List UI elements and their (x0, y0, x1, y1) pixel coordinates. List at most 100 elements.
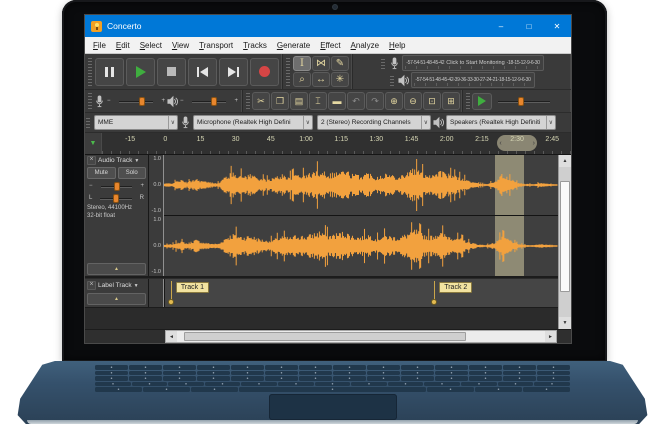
toolbar-grip[interactable] (246, 93, 250, 109)
scroll-left-arrow[interactable]: ◄ (166, 331, 177, 342)
menu-select[interactable]: Select (135, 41, 167, 50)
label-track-content[interactable]: Track 1 Track 2 (164, 279, 558, 307)
solo-button[interactable]: Solo (118, 167, 147, 179)
title-bar[interactable]: Concerto – □ ✕ (85, 15, 571, 37)
vertical-scrollbar[interactable]: ▲ ▼ (558, 155, 571, 329)
label-knob[interactable] (168, 299, 174, 305)
envelope-tool-button[interactable]: ⋈ (312, 56, 330, 71)
laptop-key (534, 382, 570, 387)
paste-button[interactable]: ▤ (290, 92, 308, 110)
menu-help[interactable]: Help (384, 41, 410, 50)
gain-slider[interactable] (95, 180, 139, 191)
zoom-project-button[interactable]: ⊞ (442, 92, 460, 110)
track-collapse-button[interactable]: ▲ (87, 263, 146, 275)
track-collapse-button[interactable]: ▲ (87, 293, 146, 305)
label-text[interactable]: Track 1 (176, 282, 209, 293)
scroll-down-arrow[interactable]: ▼ (559, 317, 571, 329)
cut-button[interactable]: ✂ (252, 92, 270, 110)
play-button[interactable] (126, 58, 155, 86)
track-close-button[interactable]: × (87, 281, 96, 290)
stop-button[interactable] (157, 58, 186, 86)
toolbar-grip[interactable] (390, 74, 394, 86)
timeshift-tool-button[interactable]: ↔ (312, 72, 330, 87)
menu-generate[interactable]: Generate (272, 41, 315, 50)
toolbar-grip[interactable] (286, 57, 290, 86)
vertical-scrollbar-thumb[interactable] (560, 181, 570, 292)
menu-view[interactable]: View (167, 41, 194, 50)
menu-tracks[interactable]: Tracks (238, 41, 272, 50)
recording-channels-select[interactable]: 2 (Stereo) Recording Channels ∨ (317, 115, 431, 130)
playback-meter[interactable]: -57-54-51-48-45-42-39-36-33-30-27-24-21-… (411, 72, 534, 88)
menu-edit[interactable]: Edit (111, 41, 135, 50)
playback-volume-slider[interactable] (186, 95, 233, 107)
laptop-key (367, 371, 400, 376)
close-button[interactable]: ✕ (543, 15, 571, 37)
undo-button[interactable]: ↶ (347, 92, 365, 110)
laptop-key (231, 376, 264, 381)
selection-left-handle[interactable]: ‹ (499, 140, 501, 147)
zoom-in-button[interactable]: ⊕ (385, 92, 403, 110)
play-at-speed-button[interactable] (472, 93, 492, 110)
recording-channels-value: 2 (Stereo) Recording Channels (318, 119, 421, 126)
slider-min-label: − (105, 98, 113, 104)
laptop-key (498, 382, 534, 387)
selection-tool-button[interactable]: I (293, 56, 311, 71)
timeline-options-button[interactable]: ▼ (85, 133, 102, 154)
playback-device-select[interactable]: Speakers (Realtek High Definiti ∨ (446, 115, 556, 130)
menu-analyze[interactable]: Analyze (346, 41, 384, 50)
selection-right-handle[interactable]: › (533, 140, 535, 147)
menu-effect[interactable]: Effect (315, 41, 345, 50)
zoom-tool-button[interactable]: ⌕ (293, 72, 311, 87)
menu-file[interactable]: File (88, 41, 111, 50)
laptop-key (95, 376, 128, 381)
zoom-selection-button[interactable]: ⊡ (423, 92, 441, 110)
recording-volume-slider[interactable] (113, 95, 160, 107)
track-name[interactable]: Label Track (98, 282, 132, 289)
scroll-up-arrow[interactable]: ▲ (559, 155, 571, 167)
multi-tool-button[interactable]: ✳ (331, 72, 349, 87)
track-close-button[interactable]: × (87, 156, 96, 165)
horizontal-scrollbar-thumb[interactable] (184, 332, 466, 341)
redo-button[interactable]: ↷ (366, 92, 384, 110)
recording-meter[interactable]: -57-54-51-48-45-42 Click to Start Monito… (402, 55, 543, 71)
toolbar-grip[interactable] (86, 117, 90, 128)
label-knob[interactable] (431, 299, 437, 305)
chevron-down-icon: ∨ (421, 116, 430, 129)
silence-audio-button[interactable]: ▬ (328, 92, 346, 110)
toolbar-grip[interactable] (381, 57, 385, 69)
trim-audio-button[interactable]: ⌶ (309, 92, 327, 110)
skip-start-button[interactable] (188, 58, 217, 86)
label-text[interactable]: Track 2 (439, 282, 472, 293)
mute-button[interactable]: Mute (87, 167, 116, 179)
pause-button[interactable] (95, 58, 124, 86)
copy-button[interactable]: ❐ (271, 92, 289, 110)
audio-track: × Audio Track ▼ Mute Solo − + (85, 155, 558, 278)
audio-host-select[interactable]: MME ∨ (94, 115, 178, 130)
minimize-button[interactable]: – (487, 15, 515, 37)
draw-tool-button[interactable]: ✎ (331, 56, 349, 71)
meter-tick-label: 0 (528, 77, 530, 83)
toolbar-grip[interactable] (88, 93, 92, 109)
track-menu-arrow-icon[interactable]: ▼ (134, 283, 139, 289)
scroll-right-arrow[interactable]: ► (545, 331, 556, 342)
pan-slider[interactable] (94, 192, 137, 203)
toolbar-grip[interactable] (466, 93, 470, 109)
menu-transport[interactable]: Transport (194, 41, 238, 50)
toolbar-grip[interactable] (88, 57, 92, 86)
record-button[interactable] (250, 58, 279, 86)
recording-device-select[interactable]: Microphone (Realtek High Defini ∨ (193, 115, 313, 130)
track-name[interactable]: Audio Track (98, 157, 132, 164)
timeline-ruler[interactable]: ‹›-1501530451:001:151:301:452:002:152:30… (102, 133, 571, 154)
laptop-key (461, 382, 497, 387)
playback-meter-row: -57-54-51-48-45-42-39-36-33-30-27-24-21-… (389, 72, 534, 88)
maximize-button[interactable]: □ (515, 15, 543, 37)
play-speed-slider[interactable] (492, 95, 556, 107)
laptop-key (537, 376, 570, 381)
skip-end-button[interactable] (219, 58, 248, 86)
waveform-channel-right[interactable] (164, 216, 558, 276)
zoom-out-button[interactable]: ⊖ (404, 92, 422, 110)
time-label-2:15: 2:15 (475, 136, 489, 143)
horizontal-scrollbar[interactable]: ◄ ► (165, 330, 557, 343)
waveform-channel-left[interactable] (164, 155, 558, 216)
track-menu-arrow-icon[interactable]: ▼ (134, 158, 139, 164)
